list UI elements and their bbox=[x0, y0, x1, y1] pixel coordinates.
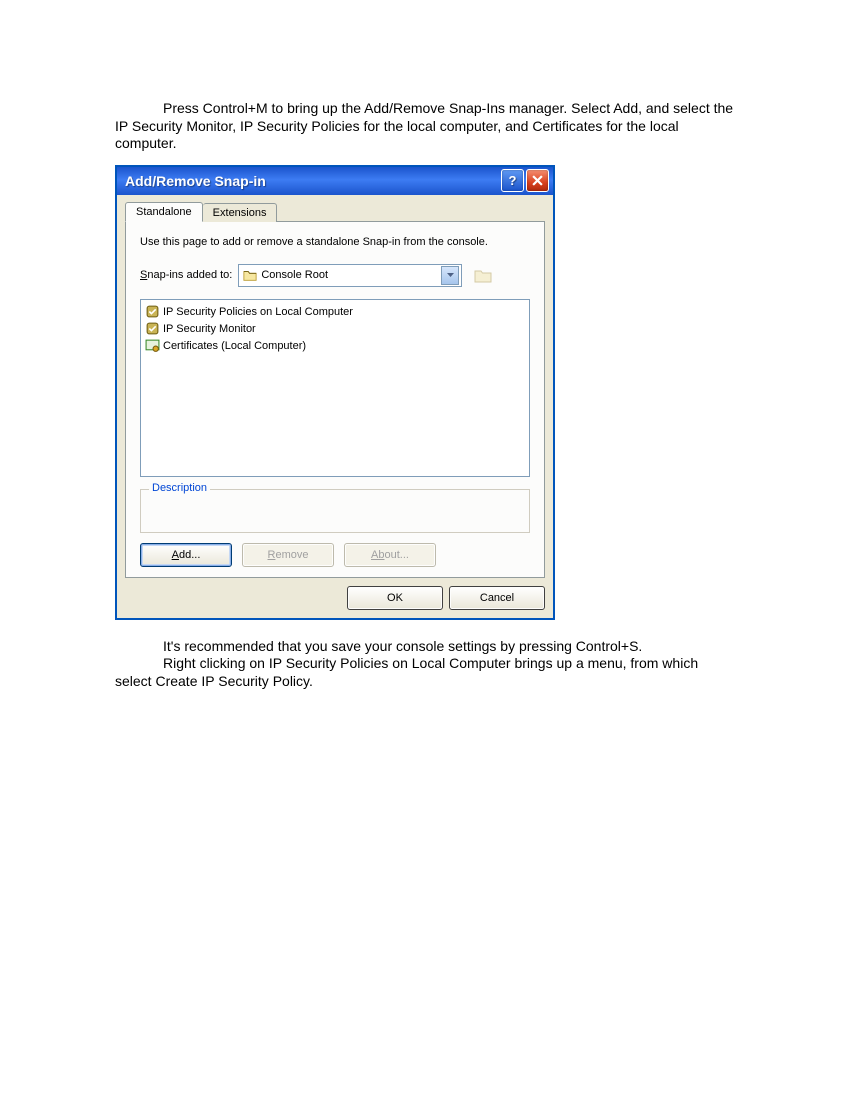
list-item-label: Certificates (Local Computer) bbox=[163, 340, 306, 352]
snapins-added-to-label: Snap-ins added to: bbox=[140, 269, 232, 281]
shield-icon bbox=[145, 321, 160, 336]
paragraph-3: Right clicking on IP Security Policies o… bbox=[115, 655, 734, 690]
dialog-body: Standalone Extensions Use this page to a… bbox=[117, 195, 553, 618]
tab-extensions[interactable]: Extensions bbox=[203, 203, 278, 222]
dialog-add-remove-snapin: Add/Remove Snap-in ? Standalone Extensio… bbox=[115, 165, 555, 620]
add-button[interactable]: Add... bbox=[140, 543, 232, 567]
list-item-label: IP Security Policies on Local Computer bbox=[163, 306, 353, 318]
paragraph-2: It's recommended that you save your cons… bbox=[115, 638, 734, 656]
panel-description: Use this page to add or remove a standal… bbox=[140, 236, 530, 248]
tabs: Standalone Extensions bbox=[125, 202, 545, 222]
about-button: About... bbox=[344, 543, 436, 567]
dropdown-value: Console Root bbox=[261, 269, 441, 281]
ok-button[interactable]: OK bbox=[347, 586, 443, 610]
dropdown-arrow[interactable] bbox=[441, 266, 459, 285]
dialog-titlebar[interactable]: Add/Remove Snap-in ? bbox=[117, 167, 553, 195]
help-button[interactable]: ? bbox=[501, 169, 524, 192]
groupbox-label: Description bbox=[149, 482, 210, 494]
close-button[interactable] bbox=[526, 169, 549, 192]
list-item-label: IP Security Monitor bbox=[163, 323, 256, 335]
list-item[interactable]: IP Security Monitor bbox=[145, 321, 525, 337]
snapins-added-to-dropdown[interactable]: Console Root bbox=[238, 264, 462, 287]
cancel-button[interactable]: Cancel bbox=[449, 586, 545, 610]
tab-standalone[interactable]: Standalone bbox=[125, 202, 203, 222]
description-groupbox: Description bbox=[140, 489, 530, 533]
snapins-listbox[interactable]: IP Security Policies on Local Computer I… bbox=[140, 299, 530, 477]
certificate-icon bbox=[145, 338, 160, 353]
chevron-down-icon bbox=[447, 273, 454, 277]
tab-panel-standalone: Use this page to add or remove a standal… bbox=[125, 221, 545, 578]
new-folder-button[interactable] bbox=[472, 265, 494, 285]
folder-star-icon bbox=[474, 267, 492, 283]
close-icon bbox=[532, 175, 543, 186]
dialog-title: Add/Remove Snap-in bbox=[125, 173, 499, 189]
remove-button: Remove bbox=[242, 543, 334, 567]
list-item[interactable]: IP Security Policies on Local Computer bbox=[145, 304, 525, 320]
paragraph-1: Press Control+M to bring up the Add/Remo… bbox=[115, 100, 734, 153]
dialog-footer: OK Cancel bbox=[125, 586, 545, 610]
folder-icon bbox=[243, 268, 257, 282]
shield-icon bbox=[145, 304, 160, 319]
list-item[interactable]: Certificates (Local Computer) bbox=[145, 338, 525, 354]
action-button-row: Add... Remove About... bbox=[140, 543, 530, 567]
